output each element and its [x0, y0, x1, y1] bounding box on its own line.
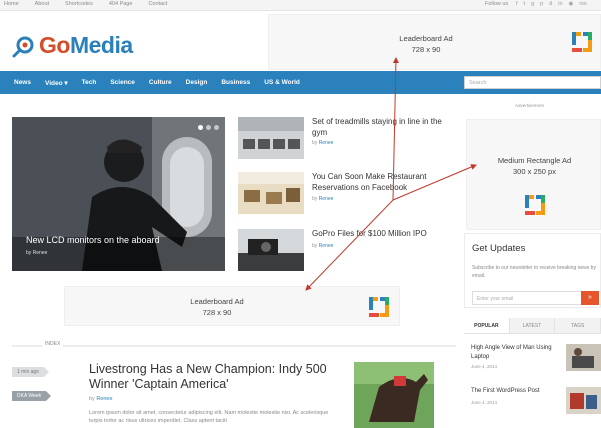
- time-tag: 1 min ago: [12, 367, 49, 377]
- popular-item[interactable]: High Angle View of Man Using Laptop June…: [471, 344, 601, 384]
- section-divider: [12, 345, 456, 347]
- slider-dots: [198, 125, 219, 130]
- top-nav-home[interactable]: Home: [4, 1, 19, 7]
- follow-label: Follow us: [485, 1, 509, 7]
- site-logo[interactable]: GoMedia: [12, 32, 133, 59]
- nav-design[interactable]: Design: [186, 79, 208, 86]
- top-nav-shortcodes[interactable]: Shortcodes: [65, 1, 93, 7]
- medium-rectangle-ad[interactable]: Medium Rectangle Ad 300 x 250 px: [466, 119, 601, 230]
- newsletter-widget: Get Updates Subscribe to our newsletter …: [464, 233, 601, 308]
- slider-dot[interactable]: [198, 125, 203, 130]
- article-thumbnail: [238, 117, 304, 159]
- popular-item[interactable]: The First WordPress Post June 4, 2014: [471, 387, 601, 427]
- article-byline: by Renee: [312, 196, 334, 202]
- subscribe-button[interactable]: »: [581, 291, 599, 305]
- social-links: f t g p d in ◉ rss: [516, 1, 587, 7]
- sidebar-tabs: POPULAR LATEST TAGS: [464, 318, 601, 334]
- top-bar: Home About Shortcodes 404 Page Contact F…: [0, 0, 601, 11]
- side-article[interactable]: GoPro Files for $100 Million IPO by Rene…: [238, 229, 458, 273]
- featured-image: [12, 117, 225, 271]
- featured-title[interactable]: New LCD monitors on the aboard: [26, 235, 160, 245]
- main-article-byline: by Renee: [89, 396, 113, 402]
- widget-title: Get Updates: [472, 243, 526, 254]
- nav-culture[interactable]: Culture: [149, 79, 172, 86]
- section-label: INDEX: [42, 341, 64, 347]
- top-nav-404[interactable]: 404 Page: [109, 1, 133, 7]
- search-input[interactable]: Search: [464, 76, 601, 89]
- article-byline: by Renee: [312, 140, 334, 146]
- tab-latest[interactable]: LATEST: [509, 318, 556, 333]
- main-article-title[interactable]: Livestrong Has a New Champion: Indy 500 …: [89, 362, 339, 392]
- ad-brand-icon: [572, 32, 592, 52]
- popular-title[interactable]: High Angle View of Man Using Laptop: [471, 344, 561, 362]
- popular-date: June 4, 2014: [471, 364, 498, 369]
- leaderboard-ad-top[interactable]: Leaderboard Ad 728 x 90: [268, 14, 601, 70]
- nav-news[interactable]: News: [14, 79, 31, 86]
- article-title[interactable]: Set of treadmills staying in line in the…: [312, 117, 452, 138]
- top-nav: Home About Shortcodes 404 Page Contact: [4, 1, 167, 7]
- nav-tech[interactable]: Tech: [82, 79, 97, 86]
- article-thumbnail: [238, 229, 304, 271]
- main-article-thumbnail[interactable]: [354, 362, 434, 428]
- dribbble-icon[interactable]: d: [549, 1, 552, 7]
- instagram-icon[interactable]: ◉: [569, 1, 574, 7]
- advertisement-label: Advertisement: [515, 103, 544, 108]
- facebook-icon[interactable]: f: [516, 1, 518, 7]
- nav-science[interactable]: Science: [110, 79, 135, 86]
- linkedin-icon[interactable]: in: [558, 1, 562, 7]
- side-article[interactable]: You Can Soon Make Restaurant Reservation…: [238, 172, 458, 216]
- nav-business[interactable]: Business: [221, 79, 250, 86]
- category-tag[interactable]: DKA Week: [12, 391, 52, 401]
- popular-title[interactable]: The First WordPress Post: [471, 387, 561, 396]
- slider-dot[interactable]: [214, 125, 219, 130]
- rss-icon[interactable]: rss: [579, 1, 586, 7]
- top-nav-about[interactable]: About: [35, 1, 49, 7]
- top-nav-contact[interactable]: Contact: [148, 1, 167, 7]
- tab-popular[interactable]: POPULAR: [464, 318, 510, 333]
- main-article-excerpt: Lorem ipsum dolor sit amet, consectetur …: [89, 410, 329, 424]
- popular-thumbnail: [566, 387, 601, 414]
- nav-us-world[interactable]: US & World: [264, 79, 300, 86]
- popular-thumbnail: [566, 344, 601, 371]
- article-title[interactable]: GoPro Files for $100 Million IPO: [312, 229, 452, 240]
- leaderboard-ad-mid[interactable]: Leaderboard Ad 728 x 90: [64, 286, 400, 326]
- nav-video[interactable]: Video ▾: [45, 79, 68, 87]
- featured-slider[interactable]: New LCD monitors on the aboard by Renee: [12, 117, 225, 271]
- article-title[interactable]: You Can Soon Make Restaurant Reservation…: [312, 172, 452, 193]
- article-byline: by Renee: [312, 243, 334, 249]
- article-thumbnail: [238, 172, 304, 214]
- ad-title: Leaderboard Ad 728 x 90: [399, 34, 453, 54]
- email-input[interactable]: Enter your email: [472, 291, 582, 305]
- ad-brand-icon: [525, 195, 545, 215]
- featured-byline: by Renee: [26, 250, 48, 256]
- ad-title: Leaderboard Ad 728 x 90: [190, 297, 244, 317]
- popular-date: June 4, 2014: [471, 400, 498, 405]
- side-article[interactable]: Set of treadmills staying in line in the…: [238, 117, 458, 161]
- logo-text: GoMedia: [39, 32, 133, 58]
- widget-description: Subscribe to our newsletter to receive b…: [472, 265, 596, 279]
- tab-tags[interactable]: TAGS: [555, 318, 601, 333]
- slider-dot[interactable]: [206, 125, 211, 130]
- googleplus-icon[interactable]: g: [531, 1, 534, 7]
- ad-brand-icon: [369, 297, 389, 317]
- logo-icon: [12, 36, 34, 57]
- ad-title: Medium Rectangle Ad 300 x 250 px: [497, 156, 572, 176]
- pinterest-icon[interactable]: p: [540, 1, 543, 7]
- twitter-icon[interactable]: t: [524, 1, 526, 7]
